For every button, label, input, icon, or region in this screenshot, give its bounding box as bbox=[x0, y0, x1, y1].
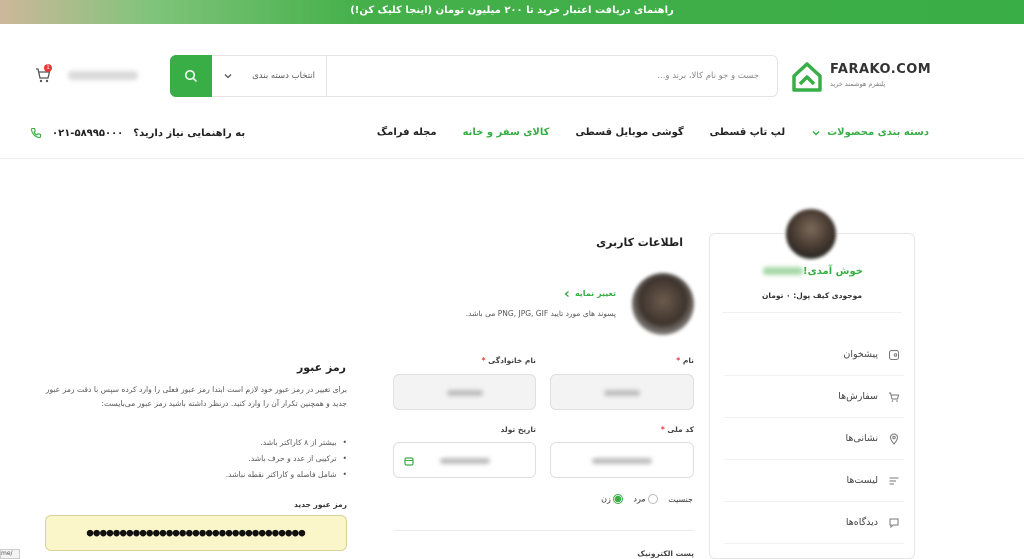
gender-female-option[interactable]: زن bbox=[601, 494, 624, 504]
comment-icon bbox=[889, 518, 899, 528]
national-id-label-text: کد ملی bbox=[667, 425, 694, 434]
status-url-tooltip: me/ bbox=[0, 549, 20, 559]
sidebar-divider bbox=[722, 312, 902, 313]
list-icon bbox=[889, 477, 899, 484]
birth-date-field[interactable] bbox=[393, 442, 536, 478]
sidebar-item-lists[interactable]: لیست‌ها bbox=[724, 460, 904, 502]
help-text: به راهنمایی نیاز دارید؟ bbox=[133, 127, 246, 139]
nav-item-mobile[interactable]: گوشی موبایل قسطی bbox=[575, 127, 683, 138]
search-input[interactable] bbox=[327, 56, 777, 96]
calendar-icon bbox=[404, 457, 414, 466]
brand-tagline: پلتفرم هوشمند خرید bbox=[830, 80, 886, 88]
radio-male[interactable] bbox=[648, 494, 659, 504]
sidebar-item-dashboard[interactable]: پیشخوان bbox=[724, 334, 904, 376]
search-button[interactable] bbox=[170, 55, 212, 97]
sidebar-menu: پیشخوان سفارش‌ها نشانی‌ها لیست‌ها دیدگاه… bbox=[710, 334, 914, 544]
help-contact[interactable]: ۰۲۱-۵۸۹۹۵۰۰۰ به راهنمایی نیاز دارید؟ bbox=[30, 127, 245, 139]
change-photo-link[interactable]: تغییر نمایه bbox=[563, 289, 616, 298]
birth-date-value-blurred bbox=[439, 458, 490, 464]
form-divider bbox=[394, 530, 694, 531]
main-nav: دسته بندی محصولات لپ تاپ قسطی گوشی موبای… bbox=[377, 127, 929, 138]
password-rules: بیشتر از ۸ کاراکتر باشد. ترکیبی از عدد و… bbox=[226, 435, 347, 483]
wallet-balance: موجودی کیف پول: ۰ تومان bbox=[762, 291, 862, 300]
sidebar-item-orders[interactable]: سفارش‌ها bbox=[724, 376, 904, 418]
gender-male-option[interactable]: مرد bbox=[633, 494, 659, 504]
sidebar-item-label: سفارش‌ها bbox=[838, 391, 878, 402]
welcome-message: خوش آمدی! bbox=[710, 266, 914, 277]
gender-label: جنسیت bbox=[668, 494, 693, 504]
location-icon bbox=[889, 433, 899, 445]
email-label: پست الکترونیک bbox=[637, 549, 694, 558]
last-name-value-blurred bbox=[446, 390, 483, 396]
search-divider bbox=[326, 56, 327, 96]
promo-banner[interactable]: راهنمای دریافت اعتبار خرید تا ۲۰۰ میلیون… bbox=[0, 0, 1024, 24]
chevron-down-icon bbox=[812, 130, 820, 136]
brand-name: FARAKO.COM bbox=[830, 62, 932, 77]
sidebar-item-label: پیشخوان bbox=[843, 349, 878, 360]
cart-count-badge: 1 bbox=[44, 64, 52, 72]
new-password-label: رمز عبور جدید bbox=[294, 500, 347, 509]
change-photo-label: تغییر نمایه bbox=[574, 289, 616, 298]
search-bar: انتخاب دسته بندی bbox=[170, 55, 778, 97]
required-mark: * bbox=[481, 356, 486, 365]
site-header: FARAKO.COM پلتفرم هوشمند خرید انتخاب دست… bbox=[0, 24, 1024, 159]
new-password-field[interactable]: ●●●●●●●●●●●●●●●●●●●●●●●●●●●●●●●●● bbox=[45, 515, 347, 551]
category-select[interactable]: انتخاب دسته بندی bbox=[213, 56, 325, 96]
gender-selector: جنسیت مرد زن bbox=[601, 494, 693, 504]
nav-item-travel-home[interactable]: کالای سفر و خانه bbox=[463, 127, 550, 138]
first-name-label-text: نام bbox=[682, 356, 694, 365]
password-rule: ترکیبی از عدد و حرف باشد. bbox=[226, 451, 347, 467]
chevron-down-icon bbox=[224, 74, 232, 79]
last-name-field[interactable] bbox=[393, 374, 536, 410]
nav-item-magazine[interactable]: مجله فرامگ bbox=[377, 127, 437, 138]
account-sidebar: خوش آمدی! موجودی کیف پول: ۰ تومان پیشخوا… bbox=[709, 207, 915, 559]
required-mark: * bbox=[660, 425, 665, 434]
national-id-field[interactable] bbox=[550, 442, 694, 478]
sidebar-item-comments[interactable]: دیدگاه‌ها bbox=[724, 502, 904, 544]
first-name-label: نام * bbox=[676, 356, 694, 365]
nav-item-categories[interactable]: دسته بندی محصولات bbox=[811, 127, 929, 138]
first-name-field[interactable] bbox=[550, 374, 694, 410]
nav-item-label: دسته بندی محصولات bbox=[827, 127, 929, 138]
user-name-blurred bbox=[763, 267, 804, 275]
required-mark: * bbox=[676, 356, 681, 365]
password-rule: بیشتر از ۸ کاراکتر باشد. bbox=[226, 435, 347, 451]
avatar bbox=[784, 207, 838, 261]
password-rule: شامل فاصله و کاراکتر نقطه نباشد. bbox=[226, 467, 347, 483]
logo-house-icon bbox=[792, 62, 822, 92]
cart-button[interactable]: 1 bbox=[30, 64, 52, 86]
last-name-label: نام خانوادگی * bbox=[482, 356, 536, 365]
support-phone: ۰۲۱-۵۸۹۹۵۰۰۰ bbox=[52, 127, 124, 139]
birth-date-label-text: تاریخ تولد bbox=[500, 425, 536, 434]
phone-icon bbox=[30, 127, 42, 139]
brand-logo[interactable]: FARAKO.COM پلتفرم هوشمند خرید bbox=[790, 60, 932, 98]
sidebar-item-label: دیدگاه‌ها bbox=[845, 517, 878, 528]
page-title: اطلاعات کاربری bbox=[596, 236, 683, 249]
sidebar-item-label: نشانی‌ها bbox=[845, 433, 878, 444]
cart-icon bbox=[889, 392, 900, 402]
sidebar-item-addresses[interactable]: نشانی‌ها bbox=[724, 418, 904, 460]
password-description: برای تغییر در رمز عبور خود لازم است ابتد… bbox=[45, 385, 347, 408]
chevron-left-icon bbox=[564, 290, 569, 297]
header-user-area: 1 bbox=[30, 64, 140, 86]
search-icon bbox=[184, 69, 198, 83]
sidebar-item-label: لیست‌ها bbox=[846, 475, 878, 486]
password-section-title: رمز عبور bbox=[296, 361, 346, 374]
category-select-label: انتخاب دسته بندی bbox=[252, 71, 315, 81]
dashboard-icon bbox=[889, 349, 899, 360]
radio-female[interactable] bbox=[613, 494, 624, 504]
photo-formats-hint: پسوند های مورد تایید PNG, JPG, GIF می با… bbox=[465, 309, 616, 318]
gender-male-label: مرد bbox=[633, 494, 646, 504]
welcome-text: خوش آمدی! bbox=[803, 266, 863, 277]
national-id-value-blurred bbox=[592, 458, 652, 464]
gender-female-label: زن bbox=[601, 494, 611, 504]
header-divider bbox=[0, 158, 1024, 159]
first-name-value-blurred bbox=[604, 390, 640, 396]
national-id-label: کد ملی * bbox=[661, 425, 694, 434]
account-name[interactable] bbox=[68, 71, 138, 80]
last-name-label-text: نام خانوادگی bbox=[488, 356, 536, 365]
profile-photo[interactable] bbox=[632, 273, 694, 335]
birth-date-label: تاریخ تولد bbox=[501, 425, 536, 434]
nav-item-laptop[interactable]: لپ تاپ قسطی bbox=[710, 127, 785, 138]
